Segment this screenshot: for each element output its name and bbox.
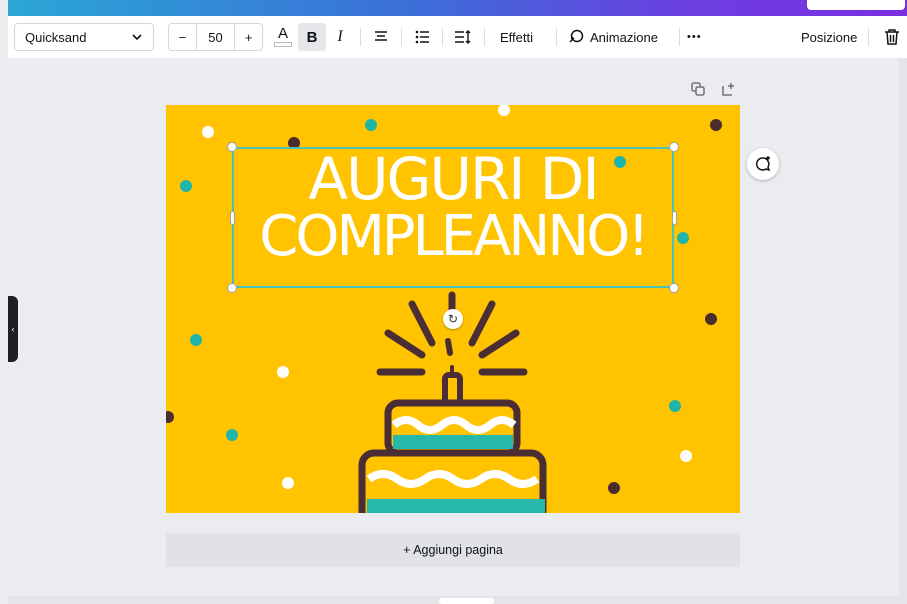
sparkle-ray — [445, 338, 453, 356]
animation-label: Animazione — [590, 29, 658, 45]
confetti-dot — [180, 180, 192, 192]
divider — [442, 28, 443, 46]
divider — [868, 28, 869, 46]
text-color-button[interactable]: A — [269, 23, 297, 51]
rotate-icon: ↻ — [447, 312, 459, 326]
delete-button[interactable] — [878, 23, 906, 51]
confetti-dot — [705, 313, 717, 325]
position-button[interactable]: Posizione — [801, 16, 857, 58]
animation-button[interactable]: Animazione — [568, 16, 658, 58]
scrollbar-thumb[interactable] — [439, 598, 494, 604]
header-button[interactable] — [807, 0, 905, 10]
italic-button[interactable]: I — [326, 23, 354, 51]
confetti-dot — [190, 334, 202, 346]
resize-handle-top-right[interactable] — [669, 142, 679, 152]
increase-size-button[interactable]: + — [235, 30, 262, 45]
more-button[interactable]: ••• — [687, 16, 702, 58]
divider — [679, 28, 680, 46]
collapse-panel-tab[interactable]: ‹ — [8, 296, 18, 362]
sparkle-ray — [468, 300, 496, 347]
list-button[interactable] — [408, 23, 436, 51]
divider — [484, 28, 485, 46]
sparkle-ray — [478, 329, 520, 359]
font-family-select[interactable]: Quicksand — [14, 23, 154, 51]
decrease-size-button[interactable]: − — [169, 30, 196, 45]
resize-handle-top-left[interactable] — [227, 142, 237, 152]
bold-button[interactable]: B — [298, 23, 326, 51]
vertical-scrollbar[interactable] — [899, 58, 907, 604]
confetti-dot — [202, 126, 214, 138]
confetti-dot — [608, 482, 620, 494]
confetti-dot — [365, 119, 377, 131]
confetti-dot — [277, 366, 289, 378]
cake-teal-band — [367, 499, 545, 513]
resize-handle-right[interactable] — [672, 211, 677, 225]
sparkle-ray — [408, 300, 436, 347]
cake-teal-band — [393, 435, 513, 449]
text-color-icon: A — [277, 25, 288, 42]
confetti-dot — [710, 119, 722, 131]
candle — [442, 372, 463, 406]
trash-icon — [885, 29, 899, 45]
list-icon — [415, 30, 429, 44]
font-size-stepper[interactable]: − 50 + — [168, 23, 263, 51]
resize-handle-bottom-left[interactable] — [227, 283, 237, 293]
align-center-icon — [375, 31, 387, 41]
cake-frosting — [366, 470, 540, 488]
add-page-button[interactable]: + Aggiungi pagina — [166, 533, 740, 567]
position-label: Posizione — [801, 29, 858, 45]
confetti-dot — [282, 477, 294, 489]
duplicate-icon — [691, 82, 705, 96]
chevron-down-icon — [132, 34, 142, 41]
resize-handle-bottom-right[interactable] — [669, 283, 679, 293]
more-icon: ••• — [687, 31, 702, 43]
font-family-value: Quicksand — [25, 29, 87, 45]
add-page-icon — [722, 83, 734, 96]
resize-handle-left[interactable] — [230, 211, 235, 225]
confetti-dot — [677, 232, 689, 244]
cake-frosting — [391, 416, 517, 434]
italic-icon: I — [337, 28, 343, 45]
align-button[interactable] — [367, 23, 395, 51]
confetti-dot — [669, 400, 681, 412]
effects-icon — [569, 29, 584, 43]
top-header-strip — [8, 0, 907, 16]
divider — [556, 28, 557, 46]
effects-button[interactable]: Effetti — [500, 16, 533, 58]
text-toolbar: Quicksand − 50 + A B I Effetti Animazion… — [8, 16, 907, 59]
divider — [401, 28, 402, 46]
comment-add-icon — [755, 156, 771, 172]
confetti-dot — [680, 450, 692, 462]
confetti-dot — [226, 429, 238, 441]
rotate-handle[interactable]: ↻ — [443, 309, 463, 329]
confetti-dot — [166, 411, 174, 423]
duplicate-page-button[interactable] — [690, 81, 706, 97]
sparkle-ray — [384, 329, 426, 359]
line-spacing-icon — [455, 30, 471, 44]
color-swatch — [274, 42, 292, 47]
add-page-icon-button[interactable] — [721, 81, 737, 97]
collapse-panel-icon: ‹ — [11, 324, 15, 334]
divider — [360, 28, 361, 46]
bold-icon: B — [306, 28, 318, 46]
effects-label: Effetti — [500, 29, 534, 45]
add-page-label: + Aggiungi pagina — [403, 543, 503, 557]
spacing-button[interactable] — [449, 23, 477, 51]
add-comment-button[interactable] — [747, 148, 779, 180]
confetti-dot — [498, 105, 510, 116]
text-selection-box[interactable] — [232, 147, 674, 288]
font-size-input[interactable]: 50 — [197, 30, 234, 45]
